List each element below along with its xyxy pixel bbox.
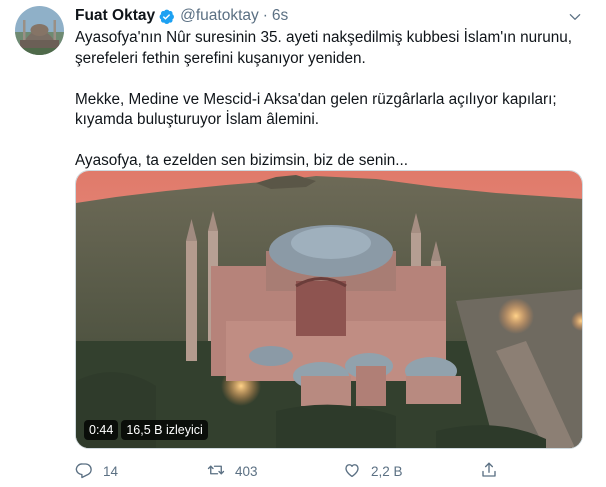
retweet-icon: [207, 461, 225, 482]
tweet-text-line: şerefeleri fethin şerefini kuşanıyor yen…: [75, 49, 366, 67]
author-handle[interactable]: @fuatoktay: [180, 7, 259, 25]
retweet-count: 403: [235, 463, 258, 479]
tweet-header: Fuat Oktay @fuatoktay · 6s: [75, 5, 288, 27]
verified-badge-icon: [158, 8, 175, 25]
separator-dot: ·: [262, 7, 268, 24]
reply-icon: [75, 461, 93, 482]
tweet-text-line: Mekke, Medine ve Mescid-i Aksa'dan gelen…: [75, 90, 557, 108]
author-avatar[interactable]: [15, 6, 64, 55]
tweet-time[interactable]: 6s: [272, 7, 288, 25]
tweet-text-line: Ayasofya'nın Nûr suresinin 35. ayeti nak…: [75, 29, 573, 46]
tweet-text-line: Ayasofya, ta ezelden sen bizimsin, biz d…: [75, 152, 409, 169]
retweet-button[interactable]: 403: [207, 460, 258, 482]
video-info-badges: 0:44 16,5 B izleyici: [84, 420, 208, 440]
author-name[interactable]: Fuat Oktay: [75, 7, 155, 25]
chevron-down-icon[interactable]: [566, 8, 584, 26]
share-icon: [480, 461, 498, 482]
video-views: 16,5 B izleyici: [121, 420, 208, 440]
video-duration: 0:44: [84, 420, 119, 440]
tweet-text-line: kıyamda buluşturuyor İslam âlemini.: [75, 111, 319, 128]
tweet-actions: 14 403 2,2 B: [75, 460, 590, 482]
like-button[interactable]: 2,2 B: [343, 460, 403, 482]
reply-button[interactable]: 14: [75, 460, 118, 482]
like-count: 2,2 B: [371, 463, 403, 479]
reply-count: 14: [103, 463, 119, 479]
video-frame: [76, 171, 582, 448]
tweet-text: Ayasofya'nın Nûr suresinin 35. ayeti nak…: [75, 28, 590, 172]
share-button[interactable]: [480, 460, 498, 482]
video-player[interactable]: 0:44 16,5 B izleyici: [75, 170, 583, 449]
like-icon: [343, 461, 361, 482]
